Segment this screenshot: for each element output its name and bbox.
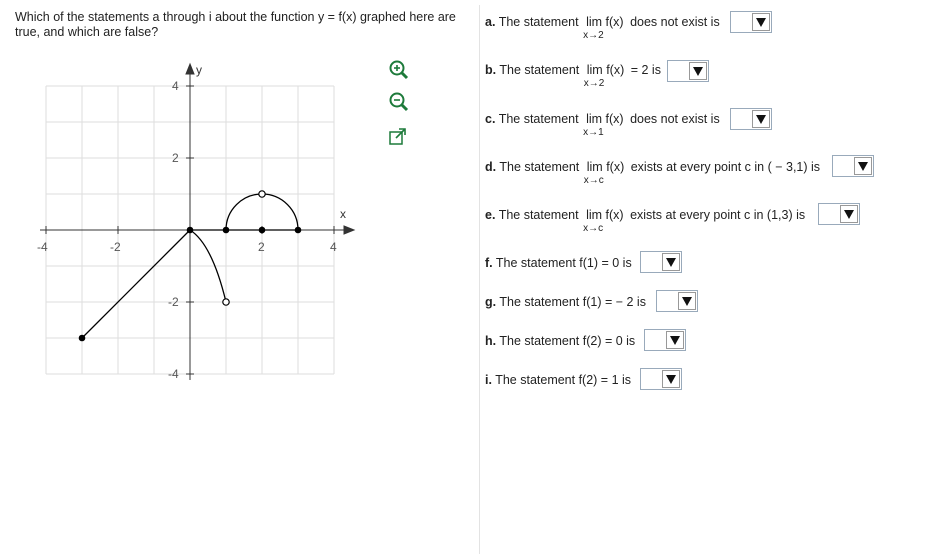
statement-c: c. The statement lim f(x) x→1 does not ex… xyxy=(485,112,720,138)
open-point xyxy=(258,190,266,198)
chevron-down-icon[interactable] xyxy=(662,253,680,271)
limit-text: lim f(x) xyxy=(586,112,624,126)
statement-letter: h. xyxy=(485,334,497,348)
x-axis-label: x xyxy=(340,207,346,221)
answer-dropdown-b[interactable] xyxy=(667,60,709,82)
statement-i: i. The statement f(2) = 1 is xyxy=(485,373,631,387)
y-tick-label: -4 xyxy=(168,367,179,381)
chevron-down-icon[interactable] xyxy=(854,157,872,175)
limit-text: lim f(x) xyxy=(586,160,625,174)
answer-dropdown-i[interactable] xyxy=(640,368,682,390)
statement-e: e. The statement lim f(x) x→c exists at e… xyxy=(485,208,806,234)
limit-text: lim f(x) xyxy=(586,208,624,222)
statement-text: does not exist is xyxy=(630,112,720,126)
statement-letter: e. xyxy=(485,208,496,222)
chevron-down-icon[interactable] xyxy=(678,292,696,310)
closed-point xyxy=(186,226,194,234)
chevron-down-icon[interactable] xyxy=(666,331,684,349)
closed-point xyxy=(78,334,86,342)
closed-point xyxy=(222,226,230,234)
x-tick-label: -4 xyxy=(37,240,48,254)
x-tick-label: -2 xyxy=(110,240,121,254)
y-tick-label: 2 xyxy=(172,151,179,165)
statement-text: The statement xyxy=(498,208,579,222)
closed-point xyxy=(294,226,302,234)
statement-text: The statement xyxy=(498,15,579,29)
statement-d: d. The statement lim f(x) x→c exists at e… xyxy=(485,160,821,186)
statement-letter: g. xyxy=(485,295,497,309)
statement-text: The statement f(1) = 0 is xyxy=(495,256,632,270)
statement-text: = 2 is xyxy=(630,63,661,77)
x-tick-label: 4 xyxy=(330,240,337,254)
limit-subscript: x→1 xyxy=(583,127,604,138)
limit-subscript: x→2 xyxy=(583,78,605,89)
y-tick-label: 4 xyxy=(172,79,179,93)
chevron-down-icon[interactable] xyxy=(662,370,680,388)
limit-text: lim f(x) xyxy=(586,63,625,77)
answer-dropdown-c[interactable] xyxy=(730,108,772,130)
zoom-out-icon[interactable] xyxy=(387,90,409,112)
answer-dropdown-h[interactable] xyxy=(644,329,686,351)
statement-g: g. The statement f(1) = − 2 is xyxy=(485,295,646,309)
statement-text: does not exist is xyxy=(630,15,720,29)
statement-text: exists at every point c in (1,3) is xyxy=(630,208,806,222)
statement-text: The statement f(2) = 0 is xyxy=(499,334,636,348)
closed-point xyxy=(258,226,266,234)
statement-letter: b. xyxy=(485,63,497,77)
zoom-in-icon[interactable] xyxy=(387,58,409,80)
statement-h: h. The statement f(2) = 0 is xyxy=(485,334,635,348)
statement-letter: f. xyxy=(485,256,493,270)
limit-text: lim f(x) xyxy=(586,15,624,29)
statement-text: The statement xyxy=(499,160,580,174)
statement-text: The statement f(1) = − 2 is xyxy=(499,295,646,309)
chevron-down-icon[interactable] xyxy=(840,205,858,223)
statement-text: The statement xyxy=(499,63,580,77)
statement-letter: i. xyxy=(485,373,492,387)
answer-dropdown-a[interactable] xyxy=(730,11,772,33)
statement-letter: d. xyxy=(485,160,497,174)
limit-subscript: x→c xyxy=(583,223,604,234)
function-graph: x y -4 -2 2 4 4 2 -2 -4 xyxy=(37,62,356,381)
statement-text: The statement xyxy=(498,112,579,126)
answer-dropdown-e[interactable] xyxy=(818,203,860,225)
y-axis-label: y xyxy=(196,63,202,77)
statement-b: b. The statement lim f(x) x→2 = 2 is xyxy=(485,63,661,89)
answer-dropdown-d[interactable] xyxy=(832,155,874,177)
popout-icon[interactable] xyxy=(387,126,409,148)
statement-letter: c. xyxy=(485,112,496,126)
statement-text: exists at every point c in ( − 3,1) is xyxy=(630,160,821,174)
y-tick-label: -2 xyxy=(168,295,179,309)
limit-subscript: x→2 xyxy=(583,30,604,41)
statement-a: a. The statement lim f(x) x→2 does not ex… xyxy=(485,15,720,41)
chevron-down-icon[interactable] xyxy=(752,13,770,31)
x-tick-label: 2 xyxy=(258,240,265,254)
answer-dropdown-g[interactable] xyxy=(656,290,698,312)
limit-subscript: x→c xyxy=(583,175,604,186)
statement-text: The statement f(2) = 1 is xyxy=(495,373,632,387)
statement-f: f. The statement f(1) = 0 is xyxy=(485,256,632,270)
statement-letter: a. xyxy=(485,15,496,29)
open-point xyxy=(222,298,230,306)
answer-dropdown-f[interactable] xyxy=(640,251,682,273)
segment-left xyxy=(81,229,191,339)
chevron-down-icon[interactable] xyxy=(752,110,770,128)
chevron-down-icon[interactable] xyxy=(689,62,707,80)
